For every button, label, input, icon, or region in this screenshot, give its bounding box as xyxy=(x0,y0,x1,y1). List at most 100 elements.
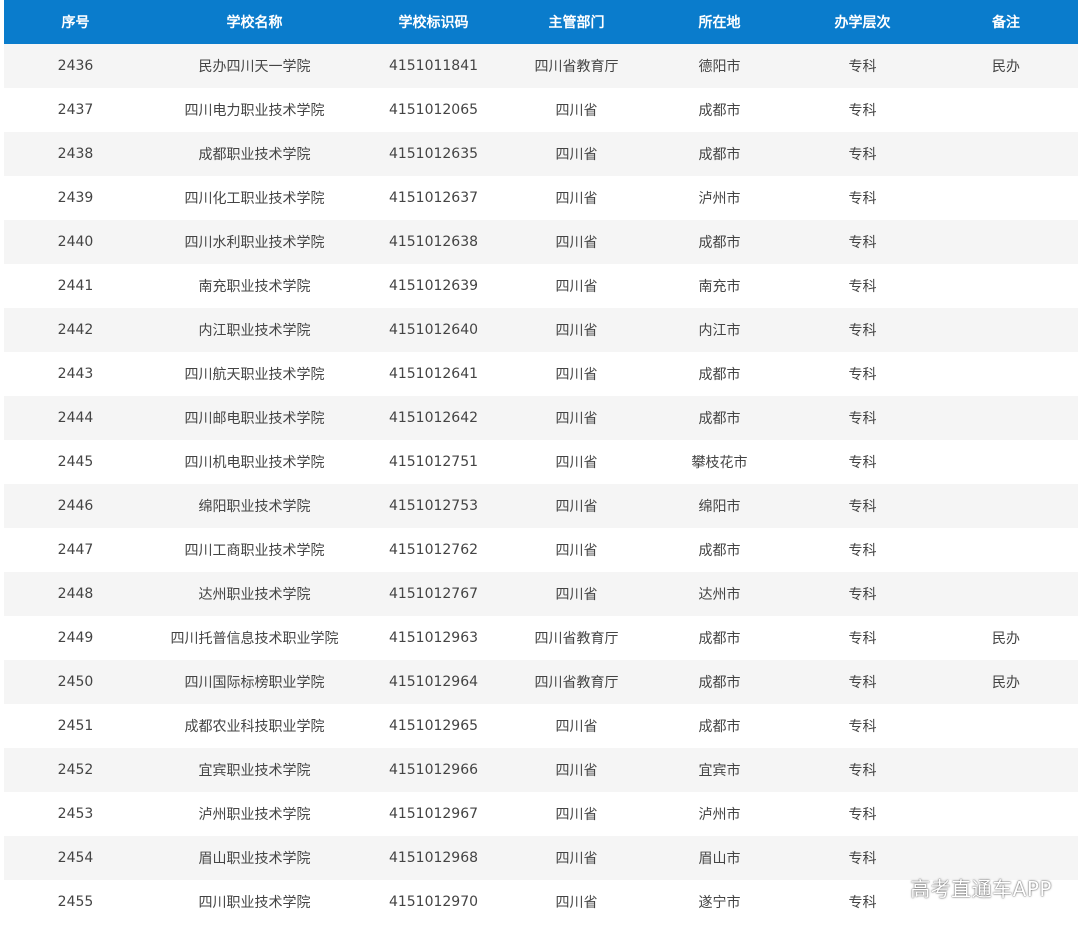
cell-location: 遂宁市 xyxy=(648,880,791,924)
cell-school-name: 四川化工职业技术学院 xyxy=(147,176,362,220)
cell-school-name: 成都农业科技职业学院 xyxy=(147,704,362,748)
cell-school-code: 4151012637 xyxy=(362,176,505,220)
cell-index: 2442 xyxy=(4,308,147,352)
table-row: 2441 南充职业技术学院 4151012639 四川省 南充市 专科 xyxy=(4,264,1078,308)
cell-department: 四川省 xyxy=(505,528,648,572)
table-row: 2443 四川航天职业技术学院 4151012641 四川省 成都市 专科 xyxy=(4,352,1078,396)
table-body: 2436 民办四川天一学院 4151011841 四川省教育厅 德阳市 专科 民办 2437 四… xyxy=(4,44,1078,924)
table-row: 2453 泸州职业技术学院 4151012967 四川省 泸州市 专科 xyxy=(4,792,1078,836)
cell-department: 四川省教育厅 xyxy=(505,660,648,704)
cell-department: 四川省 xyxy=(505,88,648,132)
cell-level: 专科 xyxy=(791,132,934,176)
cell-index: 2441 xyxy=(4,264,147,308)
cell-school-code: 4151012963 xyxy=(362,616,505,660)
cell-school-name: 四川职业技术学院 xyxy=(147,880,362,924)
table-header-row: 序号 学校名称 学校标识码 主管部门 所在地 办学层次 备注 xyxy=(4,0,1078,44)
cell-department: 四川省 xyxy=(505,792,648,836)
cell-school-code: 4151012968 xyxy=(362,836,505,880)
cell-level: 专科 xyxy=(791,704,934,748)
cell-school-name: 眉山职业技术学院 xyxy=(147,836,362,880)
cell-school-code: 4151012966 xyxy=(362,748,505,792)
cell-school-code: 4151011841 xyxy=(362,44,505,88)
cell-school-name: 达州职业技术学院 xyxy=(147,572,362,616)
cell-department: 四川省 xyxy=(505,220,648,264)
table-row: 2451 成都农业科技职业学院 4151012965 四川省 成都市 专科 xyxy=(4,704,1078,748)
cell-department: 四川省 xyxy=(505,704,648,748)
cell-school-code: 4151012762 xyxy=(362,528,505,572)
cell-remark xyxy=(934,220,1078,264)
cell-level: 专科 xyxy=(791,352,934,396)
cell-location: 成都市 xyxy=(648,528,791,572)
header-remark: 备注 xyxy=(934,0,1078,44)
cell-department: 四川省 xyxy=(505,572,648,616)
cell-index: 2445 xyxy=(4,440,147,484)
cell-index: 2453 xyxy=(4,792,147,836)
cell-remark: 民办 xyxy=(934,44,1078,88)
header-school-code: 学校标识码 xyxy=(362,0,505,44)
table-row: 2442 内江职业技术学院 4151012640 四川省 内江市 专科 xyxy=(4,308,1078,352)
cell-index: 2449 xyxy=(4,616,147,660)
cell-remark xyxy=(934,484,1078,528)
cell-school-name: 民办四川天一学院 xyxy=(147,44,362,88)
cell-remark xyxy=(934,528,1078,572)
cell-school-name: 泸州职业技术学院 xyxy=(147,792,362,836)
cell-level: 专科 xyxy=(791,440,934,484)
cell-school-name: 四川托普信息技术职业学院 xyxy=(147,616,362,660)
cell-remark: 民办 xyxy=(934,616,1078,660)
table-row: 2454 眉山职业技术学院 4151012968 四川省 眉山市 专科 xyxy=(4,836,1078,880)
cell-level: 专科 xyxy=(791,220,934,264)
cell-index: 2448 xyxy=(4,572,147,616)
cell-department: 四川省 xyxy=(505,308,648,352)
page: 序号 学校名称 学校标识码 主管部门 所在地 办学层次 备注 2436 民办四川天… xyxy=(0,0,1080,927)
cell-location: 成都市 xyxy=(648,704,791,748)
cell-department: 四川省教育厅 xyxy=(505,616,648,660)
table-row: 2436 民办四川天一学院 4151011841 四川省教育厅 德阳市 专科 民办 xyxy=(4,44,1078,88)
cell-remark xyxy=(934,308,1078,352)
cell-index: 2451 xyxy=(4,704,147,748)
cell-department: 四川省 xyxy=(505,352,648,396)
cell-location: 宜宾市 xyxy=(648,748,791,792)
cell-level: 专科 xyxy=(791,396,934,440)
cell-location: 泸州市 xyxy=(648,176,791,220)
table-row: 2439 四川化工职业技术学院 4151012637 四川省 泸州市 专科 xyxy=(4,176,1078,220)
cell-location: 泸州市 xyxy=(648,792,791,836)
cell-remark xyxy=(934,836,1078,880)
cell-location: 成都市 xyxy=(648,396,791,440)
cell-remark xyxy=(934,572,1078,616)
cell-index: 2443 xyxy=(4,352,147,396)
cell-remark xyxy=(934,264,1078,308)
cell-school-code: 4151012751 xyxy=(362,440,505,484)
cell-school-name: 内江职业技术学院 xyxy=(147,308,362,352)
cell-location: 绵阳市 xyxy=(648,484,791,528)
cell-school-name: 四川国际标榜职业学院 xyxy=(147,660,362,704)
cell-index: 2455 xyxy=(4,880,147,924)
cell-school-name: 四川邮电职业技术学院 xyxy=(147,396,362,440)
cell-department: 四川省 xyxy=(505,176,648,220)
cell-school-name: 绵阳职业技术学院 xyxy=(147,484,362,528)
cell-location: 达州市 xyxy=(648,572,791,616)
cell-department: 四川省 xyxy=(505,484,648,528)
cell-level: 专科 xyxy=(791,616,934,660)
cell-index: 2437 xyxy=(4,88,147,132)
cell-level: 专科 xyxy=(791,44,934,88)
cell-index: 2452 xyxy=(4,748,147,792)
cell-department: 四川省 xyxy=(505,748,648,792)
cell-remark xyxy=(934,88,1078,132)
cell-level: 专科 xyxy=(791,660,934,704)
cell-school-code: 4151012638 xyxy=(362,220,505,264)
cell-department: 四川省 xyxy=(505,880,648,924)
cell-school-name: 四川航天职业技术学院 xyxy=(147,352,362,396)
cell-school-code: 4151012641 xyxy=(362,352,505,396)
cell-remark xyxy=(934,792,1078,836)
cell-school-code: 4151012642 xyxy=(362,396,505,440)
cell-school-code: 4151012640 xyxy=(362,308,505,352)
cell-department: 四川省 xyxy=(505,836,648,880)
table-row: 2449 四川托普信息技术职业学院 4151012963 四川省教育厅 成都市 专科 民办 xyxy=(4,616,1078,660)
table-row: 2444 四川邮电职业技术学院 4151012642 四川省 成都市 专科 xyxy=(4,396,1078,440)
cell-department: 四川省 xyxy=(505,132,648,176)
cell-level: 专科 xyxy=(791,792,934,836)
cell-index: 2438 xyxy=(4,132,147,176)
cell-index: 2447 xyxy=(4,528,147,572)
cell-school-code: 4151012639 xyxy=(362,264,505,308)
cell-location: 成都市 xyxy=(648,132,791,176)
